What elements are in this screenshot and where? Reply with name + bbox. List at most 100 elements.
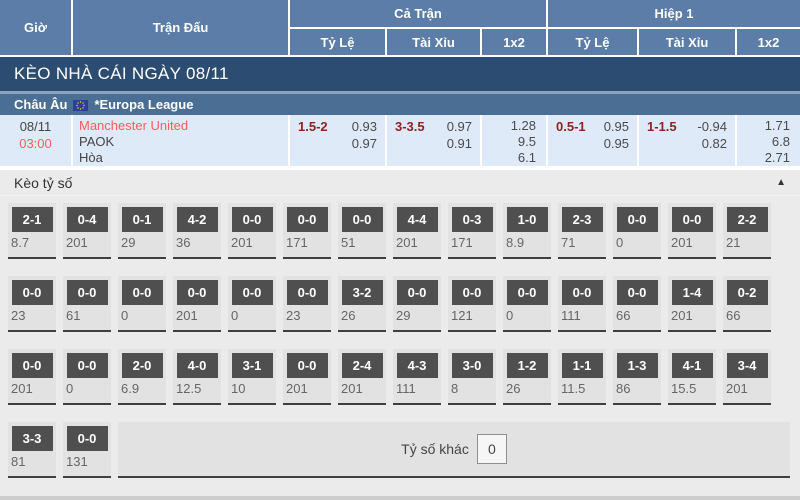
ft-overunder-odd-2: 0.91 xyxy=(447,135,472,152)
score-bet-cell[interactable]: 2-4201 xyxy=(338,349,386,405)
score-chip: 2-0 xyxy=(122,353,163,378)
other-score-input[interactable] xyxy=(477,434,507,464)
score-bet-cell[interactable]: 3-08 xyxy=(448,349,496,405)
score-bet-cell[interactable]: 2-18.7 xyxy=(8,203,56,259)
ft-handicap-line: 1.5-2 xyxy=(298,118,328,135)
score-odd: 201 xyxy=(393,232,441,250)
score-chip: 1-4 xyxy=(672,280,713,305)
other-score-cell: Tỷ số khác xyxy=(118,422,790,478)
league-region: Châu Âu xyxy=(14,97,67,112)
score-bet-cell[interactable]: 0-023 xyxy=(8,276,56,332)
score-odd: 66 xyxy=(613,305,661,323)
score-bet-cell[interactable]: 3-226 xyxy=(338,276,386,332)
score-chip: 0-0 xyxy=(287,207,328,232)
score-bet-cell[interactable]: 0-0201 xyxy=(668,203,716,259)
score-chip: 3-0 xyxy=(452,353,493,378)
score-bet-cell[interactable]: 0-0121 xyxy=(448,276,496,332)
score-bet-cell[interactable]: 3-381 xyxy=(8,422,56,478)
score-chip: 0-4 xyxy=(67,207,108,232)
score-bet-cell[interactable]: 1-08.9 xyxy=(503,203,551,259)
h1-overunder-odd-1: -0.94 xyxy=(697,118,727,135)
score-odd: 201 xyxy=(63,232,111,250)
score-bet-cell[interactable]: 0-0201 xyxy=(228,203,276,259)
score-bet-cell[interactable]: 1-111.5 xyxy=(558,349,606,405)
ft-1x2-cell[interactable]: 1.28 9.5 6.1 xyxy=(482,115,546,166)
score-bet-cell[interactable]: 0-0131 xyxy=(63,422,111,478)
odds-table-header: Giờ Trận Đấu Cả Trận Hiệp 1 Tỷ Lệ Tài Xỉ… xyxy=(0,0,800,55)
header-h1-1x2: 1x2 xyxy=(737,29,800,55)
score-bet-cell[interactable]: 0-3171 xyxy=(448,203,496,259)
score-chip: 4-1 xyxy=(672,353,713,378)
score-bet-cell[interactable]: 0-00 xyxy=(613,203,661,259)
score-bet-cell[interactable]: 3-110 xyxy=(228,349,276,405)
score-bet-cell[interactable]: 0-00 xyxy=(228,276,276,332)
score-chip: 0-0 xyxy=(617,280,658,305)
score-bet-cell[interactable]: 2-06.9 xyxy=(118,349,166,405)
score-bet-cell[interactable]: 0-0171 xyxy=(283,203,331,259)
score-bet-cell[interactable]: 0-0111 xyxy=(558,276,606,332)
score-odd: 201 xyxy=(283,378,331,396)
score-chip: 0-2 xyxy=(727,280,768,305)
score-odd: 12.5 xyxy=(173,378,221,396)
score-chip: 4-0 xyxy=(177,353,218,378)
score-bet-cell[interactable]: 4-012.5 xyxy=(173,349,221,405)
score-chip: 2-1 xyxy=(12,207,53,232)
score-chip: 2-3 xyxy=(562,207,603,232)
score-odd: 201 xyxy=(668,305,716,323)
score-bet-cell[interactable]: 0-00 xyxy=(118,276,166,332)
score-bet-cell[interactable]: 0-066 xyxy=(613,276,661,332)
score-bet-cell[interactable]: 3-4201 xyxy=(723,349,771,405)
score-row: 0-0230-0610-000-02010-000-0233-2260-0290… xyxy=(8,276,790,332)
h1-1x2-cell[interactable]: 1.71 6.8 2.71 xyxy=(737,115,800,166)
score-bet-cell[interactable]: 0-00 xyxy=(63,349,111,405)
score-bet-cell[interactable]: 0-0201 xyxy=(8,349,56,405)
league-name: *Europa League xyxy=(94,97,193,112)
header-ft-handicap: Tỷ Lệ xyxy=(290,29,385,55)
score-bet-cell[interactable]: 2-221 xyxy=(723,203,771,259)
score-bet-cell[interactable]: 0-0201 xyxy=(173,276,221,332)
h1-overunder-cell[interactable]: 1-1.5-0.94 0.82 xyxy=(639,115,735,166)
score-odd: 0 xyxy=(118,305,166,323)
score-odd: 23 xyxy=(283,305,331,323)
score-bet-cell[interactable]: 0-4201 xyxy=(63,203,111,259)
page-title: KÈO NHÀ CÁI NGÀY 08/11 xyxy=(0,55,800,91)
ft-1x2-home: 1.28 xyxy=(482,118,536,134)
score-bet-cell[interactable]: 0-0201 xyxy=(283,349,331,405)
score-bet-cell[interactable]: 0-023 xyxy=(283,276,331,332)
score-odd: 0 xyxy=(228,305,276,323)
score-bet-cell[interactable]: 0-266 xyxy=(723,276,771,332)
score-bet-cell[interactable]: 4-115.5 xyxy=(668,349,716,405)
score-odd: 21 xyxy=(723,232,771,250)
score-odd: 201 xyxy=(8,378,56,396)
score-bet-cell[interactable]: 4-236 xyxy=(173,203,221,259)
h1-1x2-away: 6.8 xyxy=(737,134,790,150)
score-bet-cell[interactable]: 1-4201 xyxy=(668,276,716,332)
score-bet-cell[interactable]: 0-129 xyxy=(118,203,166,259)
correct-score-section-header[interactable]: Kèo tỷ số ▲ xyxy=(0,170,800,196)
draw-label: Hòa xyxy=(79,150,288,166)
score-odd: 0 xyxy=(63,378,111,396)
score-bet-cell[interactable]: 0-051 xyxy=(338,203,386,259)
score-grid: 2-18.70-42010-1294-2360-02010-01710-0514… xyxy=(0,196,800,478)
other-score-label: Tỷ số khác xyxy=(401,441,469,457)
score-bet-cell[interactable]: 0-061 xyxy=(63,276,111,332)
score-bet-cell[interactable]: 0-029 xyxy=(393,276,441,332)
score-row: 0-02010-002-06.94-012.53-1100-02012-4201… xyxy=(8,349,790,405)
score-bet-cell[interactable]: 0-00 xyxy=(503,276,551,332)
score-chip: 0-0 xyxy=(122,280,163,305)
score-odd: 66 xyxy=(723,305,771,323)
score-odd: 26 xyxy=(503,378,551,396)
collapse-triangle-icon[interactable]: ▲ xyxy=(776,177,786,188)
score-bet-cell[interactable]: 1-226 xyxy=(503,349,551,405)
score-odd: 201 xyxy=(228,232,276,250)
score-odd: 0 xyxy=(503,305,551,323)
score-bet-cell[interactable]: 1-386 xyxy=(613,349,661,405)
score-bet-cell[interactable]: 2-371 xyxy=(558,203,606,259)
match-teams-cell[interactable]: Manchester United PAOK Hòa xyxy=(73,115,288,166)
ft-handicap-cell[interactable]: 1.5-20.93 0.97 xyxy=(290,115,385,166)
h1-handicap-cell[interactable]: 0.5-10.95 0.95 xyxy=(548,115,637,166)
score-chip: 4-4 xyxy=(397,207,438,232)
ft-overunder-cell[interactable]: 3-3.50.97 0.91 xyxy=(387,115,480,166)
score-bet-cell[interactable]: 4-4201 xyxy=(393,203,441,259)
score-bet-cell[interactable]: 4-3111 xyxy=(393,349,441,405)
